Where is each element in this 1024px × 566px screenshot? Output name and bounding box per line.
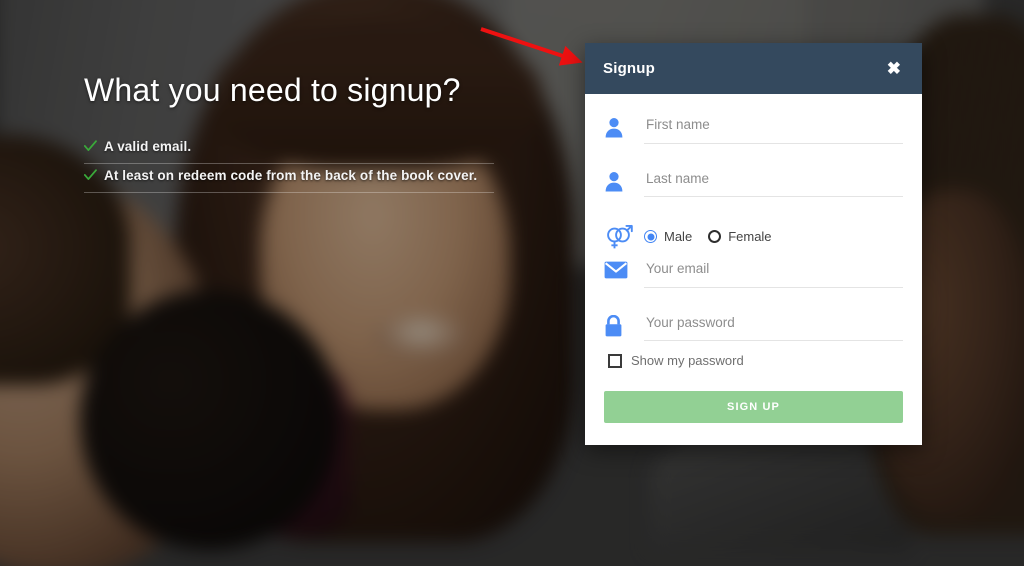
email-row: Your email	[604, 258, 903, 288]
first-name-placeholder: First name	[644, 114, 903, 144]
gender-row: Male Female	[604, 221, 903, 250]
show-password-row[interactable]: Show my password	[604, 353, 903, 368]
radio-male[interactable]	[644, 230, 657, 243]
email-placeholder: Your email	[644, 258, 903, 288]
envelope-icon	[604, 258, 644, 279]
dialog-title: Signup	[603, 60, 656, 77]
promo-block: What you need to signup? A valid email. …	[84, 72, 499, 193]
close-icon[interactable]: ✖	[884, 58, 904, 79]
signup-dialog: Signup ✖ First name Last name Male Femal…	[585, 43, 922, 445]
email-field[interactable]: Your email	[644, 258, 903, 288]
gender-options: Male Female	[644, 227, 781, 244]
page-title: What you need to signup?	[84, 72, 461, 108]
show-password-checkbox[interactable]	[608, 353, 622, 368]
requirement-text: A valid email.	[104, 138, 192, 154]
screenshot-root: What you need to signup? A valid email. …	[0, 0, 1024, 566]
password-placeholder: Your password	[644, 312, 903, 341]
first-name-field[interactable]: First name	[644, 114, 903, 144]
password-field[interactable]: Your password	[644, 312, 903, 341]
check-icon	[84, 140, 97, 151]
dialog-header: Signup ✖	[585, 43, 922, 94]
person-icon	[604, 168, 644, 192]
radio-female[interactable]	[708, 230, 722, 243]
dialog-body: First name Last name Male Female Your em…	[585, 94, 922, 445]
radio-female-label: Female	[728, 229, 772, 244]
last-name-row: Last name	[604, 168, 903, 197]
last-name-placeholder: Last name	[644, 168, 903, 197]
password-row: Your password	[604, 312, 903, 341]
sign-up-button[interactable]: SIGN UP	[604, 391, 903, 423]
first-name-row: First name	[604, 114, 903, 144]
requirements-list: A valid email. At least on redeem code f…	[84, 135, 494, 193]
gender-symbols-icon	[604, 221, 644, 250]
last-name-field[interactable]: Last name	[644, 168, 903, 197]
requirement-text: At least on redeem code from the back of…	[104, 167, 478, 183]
lock-icon	[604, 312, 644, 337]
check-icon	[84, 169, 97, 180]
list-item: At least on redeem code from the back of…	[84, 164, 494, 193]
person-icon	[604, 114, 644, 138]
show-password-label: Show my password	[631, 353, 744, 368]
radio-male-label: Male	[664, 229, 693, 244]
list-item: A valid email.	[84, 135, 494, 164]
